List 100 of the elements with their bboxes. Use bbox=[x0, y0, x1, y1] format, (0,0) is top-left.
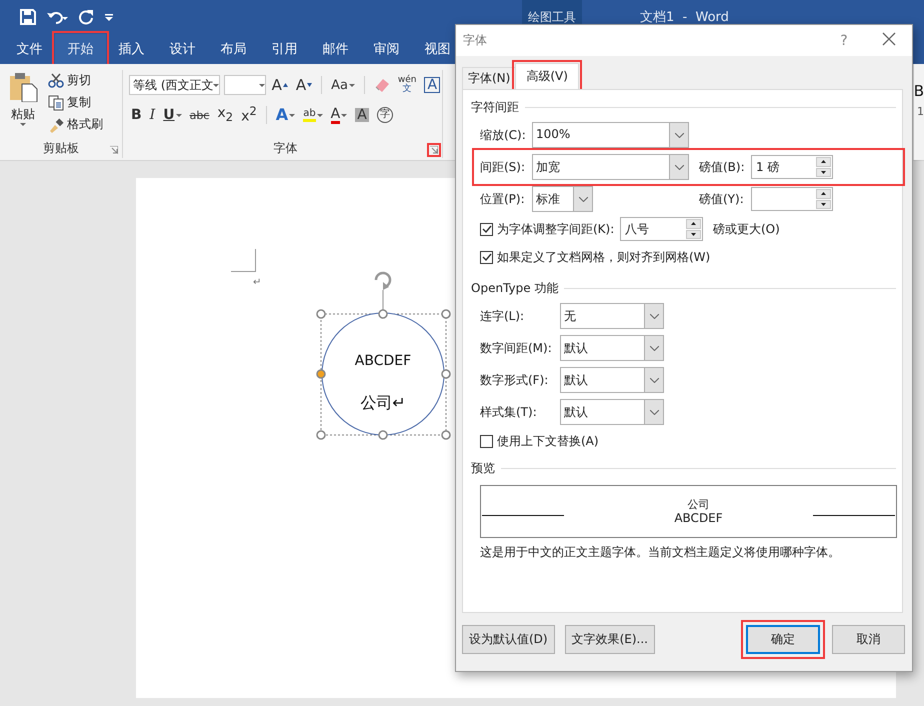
clipboard-icon bbox=[8, 72, 38, 102]
style-preview[interactable]: B bbox=[914, 84, 924, 99]
dialog-button[interactable]: 文字效果(E)... bbox=[564, 625, 655, 654]
resize-handle[interactable] bbox=[316, 369, 326, 379]
resize-handle[interactable] bbox=[441, 309, 451, 319]
save-icon[interactable] bbox=[20, 9, 36, 25]
bold-button[interactable]: B bbox=[129, 105, 144, 125]
launcher-icon[interactable] bbox=[110, 146, 118, 154]
checkbox[interactable] bbox=[480, 434, 493, 448]
ribbon-tab[interactable]: 视图 bbox=[412, 34, 463, 64]
up-arrow-icon bbox=[821, 192, 826, 196]
section-title: 字符间距 bbox=[471, 98, 519, 116]
font-name-field[interactable]: 等线 (西文正文 bbox=[129, 75, 220, 95]
dropdown[interactable]: 无 bbox=[560, 303, 664, 329]
description-text: 这是用于中文的正文主题字体。当前文档主题定义将使用哪种字体。 bbox=[480, 544, 841, 561]
character-border-button[interactable]: A bbox=[422, 75, 442, 95]
caret-icon bbox=[289, 114, 296, 116]
group-label: 字体 bbox=[274, 140, 298, 156]
ribbon-tab[interactable]: 设计 bbox=[157, 34, 208, 64]
phonetic-guide-button[interactable]: wén 文 bbox=[396, 75, 418, 95]
eraser-icon bbox=[374, 77, 390, 93]
subscript-button[interactable]: x$_{2}$ bbox=[215, 105, 236, 125]
field-label: 数字形式(F): bbox=[480, 372, 550, 388]
dialog-button[interactable]: 确定 bbox=[746, 625, 820, 654]
field-label: 缩放(C): bbox=[480, 126, 527, 144]
scissors-icon bbox=[48, 72, 64, 88]
dialog-tab[interactable]: 高级(V) bbox=[515, 63, 579, 89]
section-title: OpenType 功能 bbox=[471, 280, 558, 296]
checkbox[interactable] bbox=[480, 222, 493, 236]
dropdown[interactable]: 默认 bbox=[560, 399, 664, 425]
section-title: 预览 bbox=[471, 460, 495, 476]
paste-button[interactable]: 粘贴 bbox=[0, 70, 46, 138]
dropdown[interactable]: 标准 bbox=[532, 186, 593, 212]
font-size-field[interactable] bbox=[224, 75, 266, 95]
text-effects-button[interactable]: A bbox=[274, 105, 298, 125]
clipboard-action[interactable]: 复制 bbox=[46, 93, 105, 112]
strikethrough-button[interactable]: abc bbox=[188, 105, 212, 125]
highlight-button[interactable]: ab bbox=[301, 105, 325, 125]
launcher-icon[interactable] bbox=[430, 146, 438, 154]
character-shading-button[interactable]: A bbox=[353, 105, 371, 125]
resize-handle[interactable] bbox=[378, 430, 388, 440]
rotate-handle[interactable] bbox=[374, 272, 392, 310]
dropdown[interactable]: 默认 bbox=[560, 367, 664, 393]
check-icon bbox=[482, 252, 492, 262]
italic-button[interactable]: I bbox=[148, 105, 158, 125]
ribbon-tab[interactable]: 开始 bbox=[55, 34, 106, 64]
resize-handle[interactable] bbox=[378, 309, 388, 319]
field-label: 磅值(B): bbox=[699, 158, 746, 176]
resize-handle[interactable] bbox=[316, 430, 326, 440]
ribbon-tab[interactable]: 引用 bbox=[259, 34, 310, 64]
resize-handle[interactable] bbox=[441, 430, 451, 440]
dropdown[interactable]: 加宽 bbox=[532, 154, 689, 180]
dropdown[interactable]: 默认 bbox=[560, 335, 664, 361]
underline-button[interactable]: U bbox=[161, 105, 184, 125]
copy-icon bbox=[48, 94, 64, 110]
resize-handle[interactable] bbox=[316, 309, 326, 319]
customize-icon[interactable] bbox=[104, 12, 114, 22]
down-triangle-icon bbox=[307, 83, 312, 87]
down-arrow-icon bbox=[691, 232, 696, 236]
checkbox-label: 如果定义了文档网格，则对齐到网格(W) bbox=[497, 248, 710, 266]
up-arrow-icon bbox=[821, 160, 826, 164]
change-case-button[interactable]: Aa bbox=[329, 75, 357, 95]
checkbox[interactable] bbox=[480, 250, 493, 264]
clipboard-action[interactable]: 剪切 bbox=[46, 71, 105, 90]
field-label: 位置(P): bbox=[480, 190, 526, 208]
chevron-icon bbox=[674, 164, 684, 170]
ribbon-tab[interactable]: 布局 bbox=[208, 34, 259, 64]
paragraph-mark: ↵ bbox=[253, 277, 262, 288]
chevron-icon bbox=[578, 196, 588, 202]
check-icon bbox=[482, 224, 492, 234]
resize-handle[interactable] bbox=[441, 369, 451, 379]
clipboard-action[interactable]: 格式刷 bbox=[46, 115, 105, 134]
dialog-button[interactable]: 取消 bbox=[832, 625, 905, 654]
dialog-button[interactable]: 设为默认值(D) bbox=[462, 625, 555, 654]
spin-field[interactable] bbox=[751, 187, 833, 211]
shape-text: ABCDEF bbox=[354, 353, 412, 369]
ribbon-tab[interactable]: 插入 bbox=[106, 34, 157, 64]
brush-icon bbox=[48, 116, 64, 132]
dropdown[interactable]: 100% bbox=[532, 122, 689, 148]
ribbon-tab[interactable]: 文件 bbox=[4, 34, 55, 64]
spin-field[interactable]: 八号 bbox=[620, 217, 703, 241]
spin-field[interactable]: 1 磅 bbox=[751, 155, 833, 179]
style-preview[interactable]: 1 bbox=[917, 105, 924, 118]
shrink-font-button[interactable]: A bbox=[294, 75, 314, 95]
redo-icon[interactable] bbox=[78, 9, 94, 25]
ribbon-tab[interactable]: 邮件 bbox=[310, 34, 361, 64]
superscript-button[interactable]: x$^{2}$ bbox=[239, 105, 259, 125]
up-arrow-icon bbox=[691, 222, 696, 226]
field-label: 样式集(T): bbox=[480, 404, 538, 420]
undo-icon[interactable] bbox=[46, 9, 68, 25]
chevron-icon bbox=[650, 346, 658, 350]
font-color-button[interactable]: A bbox=[328, 105, 350, 125]
grow-font-button[interactable]: A bbox=[270, 75, 290, 95]
enclose-character-button[interactable]: 字 bbox=[374, 105, 395, 125]
close-icon bbox=[882, 32, 896, 46]
chevron-icon bbox=[674, 132, 684, 138]
down-arrow-icon bbox=[821, 202, 826, 206]
ribbon-tab[interactable]: 审阅 bbox=[361, 34, 412, 64]
help-button[interactable]: ? bbox=[834, 32, 854, 50]
window-title: 文档1 - Word bbox=[640, 9, 729, 26]
